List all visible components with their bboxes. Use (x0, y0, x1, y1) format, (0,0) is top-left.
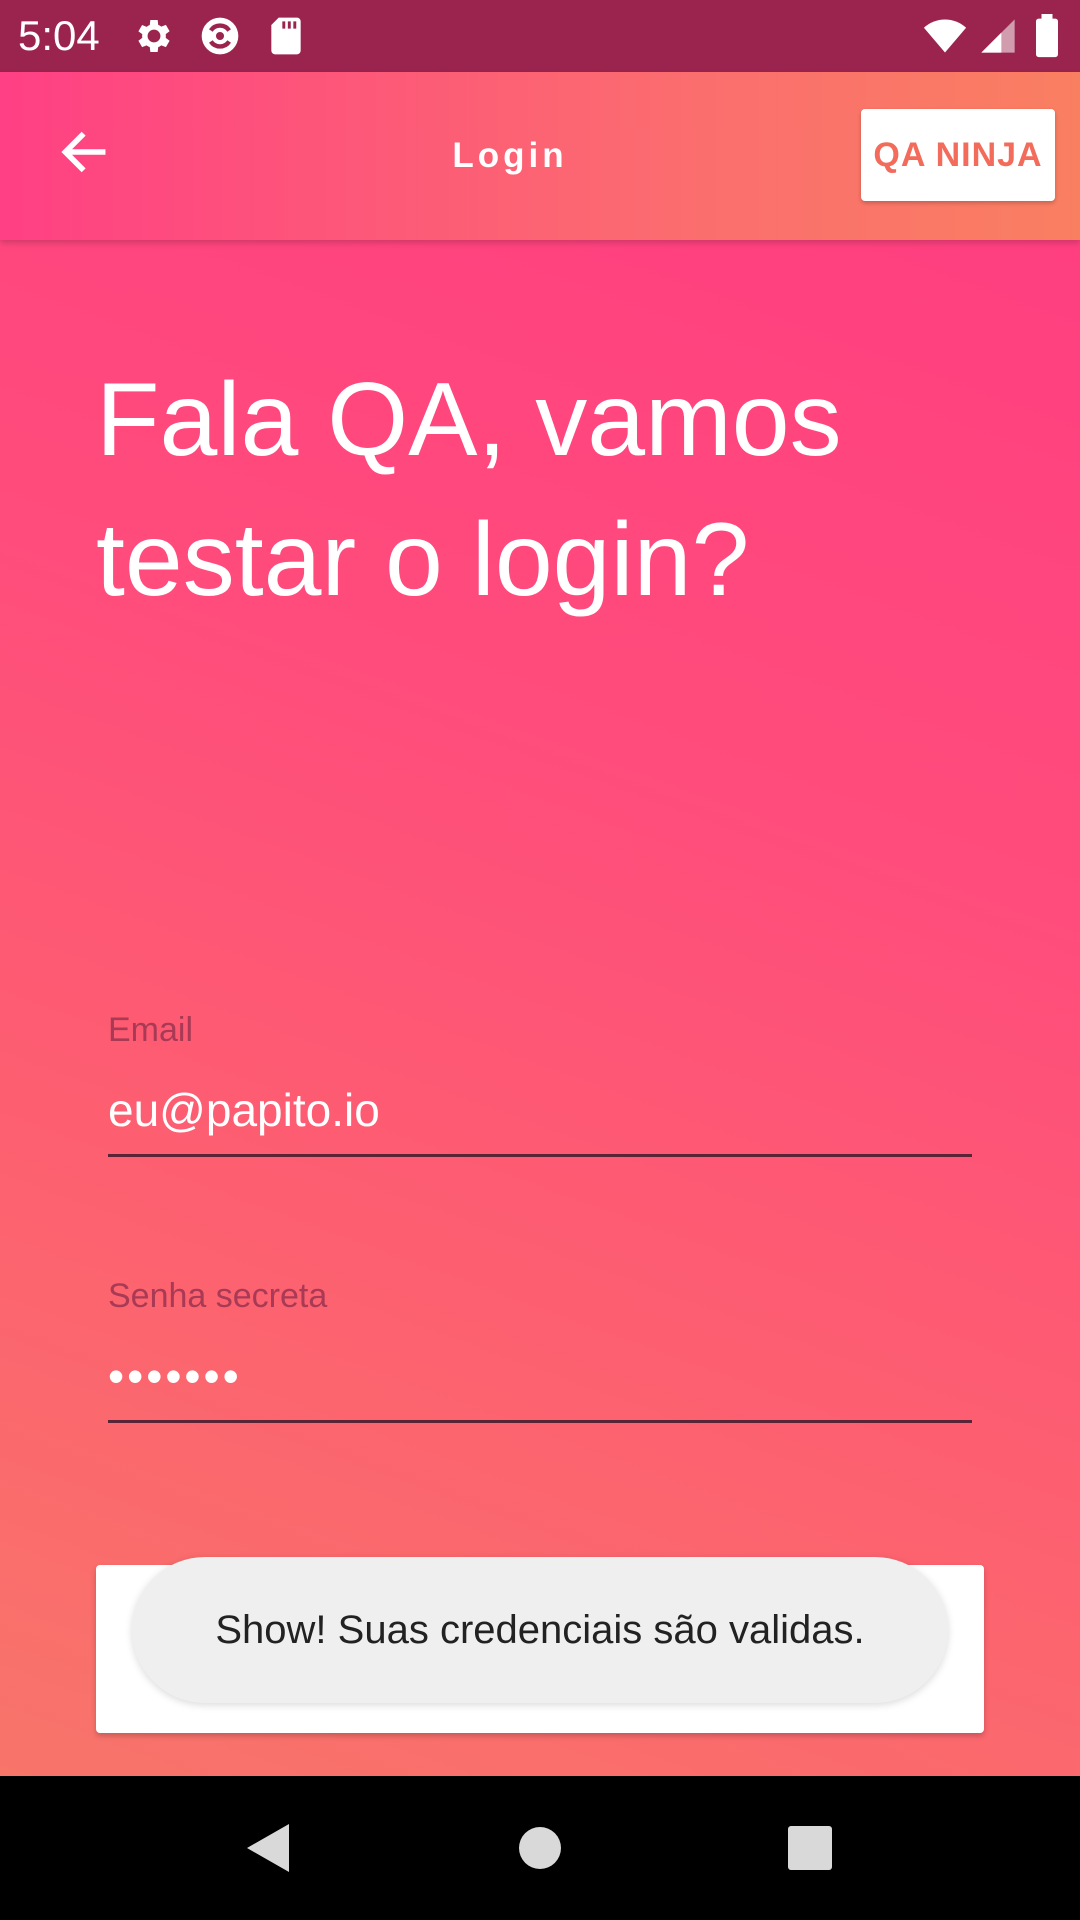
nav-recents-button[interactable] (760, 1798, 860, 1898)
wifi-icon (920, 14, 970, 58)
login-form-area: Fala QA, vamos testar o login? Email Sen… (0, 240, 1080, 1776)
email-field: Email (108, 1008, 972, 1157)
signal-icon (978, 14, 1018, 58)
back-button[interactable] (40, 108, 128, 196)
password-field: Senha secreta (108, 1274, 972, 1423)
home-circle-icon (519, 1827, 561, 1869)
toast-message: Show! Suas credenciais são validas. (132, 1557, 948, 1703)
arrow-back-icon (61, 131, 106, 173)
qa-ninja-button[interactable]: QA NINJA (861, 109, 1055, 201)
password-input[interactable] (108, 1346, 972, 1423)
nav-home-button[interactable] (490, 1798, 590, 1898)
sd-card-icon (264, 14, 308, 58)
app-screen: 5:04 Login QA NINJA Fala QA, vamos testa… (0, 0, 1080, 1920)
sync-icon (198, 14, 242, 58)
back-triangle-icon (247, 1824, 289, 1872)
email-label: Email (108, 1011, 194, 1049)
nav-back-button[interactable] (218, 1798, 318, 1898)
gear-icon (132, 14, 176, 58)
recents-square-icon (788, 1826, 832, 1870)
battery-icon (1030, 14, 1064, 58)
headline: Fala QA, vamos testar o login? (96, 362, 842, 618)
page-title: Login (452, 136, 568, 175)
status-time: 5:04 (18, 12, 100, 59)
status-bar: 5:04 (0, 0, 1080, 72)
password-label: Senha secreta (108, 1277, 328, 1315)
email-input[interactable] (108, 1080, 972, 1157)
navigation-bar (0, 1776, 1080, 1920)
